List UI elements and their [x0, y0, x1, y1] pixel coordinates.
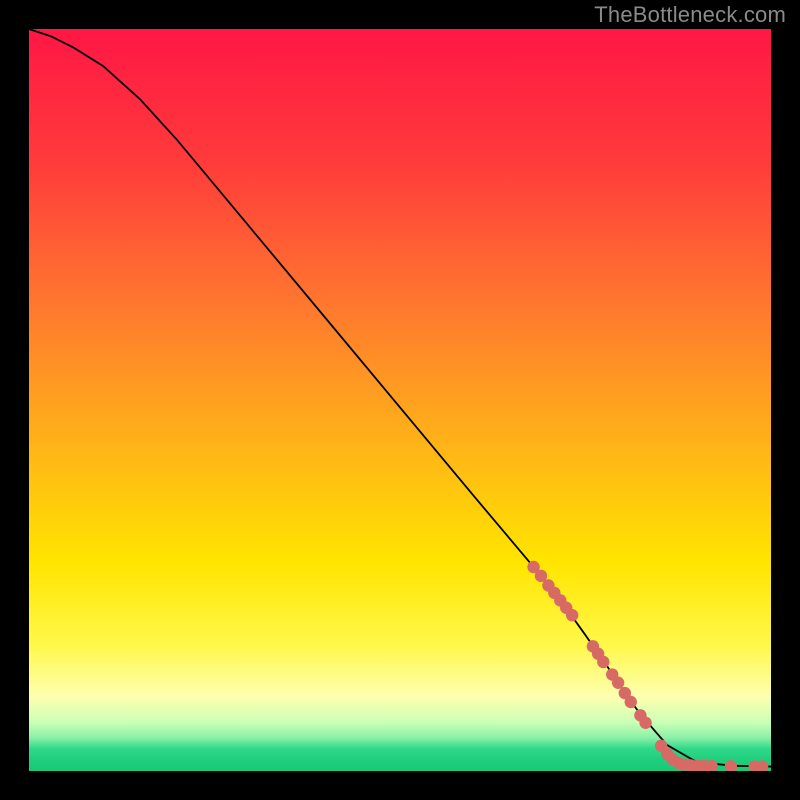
data-marker — [566, 609, 578, 621]
curve-line — [29, 29, 771, 767]
data-marker — [597, 656, 609, 668]
data-marker — [625, 696, 637, 708]
data-marker — [639, 717, 651, 729]
data-overlay — [29, 29, 771, 771]
data-marker — [612, 677, 624, 689]
data-marker — [725, 760, 737, 771]
watermark-text: TheBottleneck.com — [594, 2, 786, 28]
markers-group — [527, 561, 768, 771]
chart-frame: TheBottleneck.com — [0, 0, 800, 800]
